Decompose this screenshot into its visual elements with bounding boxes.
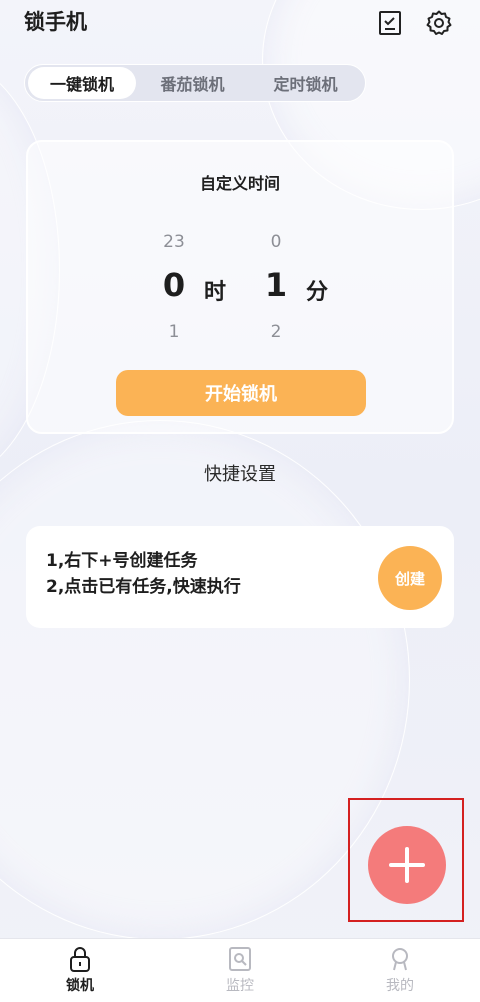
nav-label-lock: 锁机 bbox=[66, 978, 94, 994]
hint-run-task: 2,点击已有任务,快速执行 bbox=[46, 577, 241, 597]
shortcut-settings-title: 快捷设置 bbox=[204, 464, 276, 485]
nav-item-me[interactable]: 我的 bbox=[360, 939, 440, 1002]
lock-phone-screen: 锁手机 一键锁机 番茄锁机 定时锁机 自定义时间 23 0 1 时 0 1 2 bbox=[0, 0, 480, 1002]
hour-current-value: 0 bbox=[162, 266, 186, 304]
lock-icon bbox=[70, 947, 90, 972]
bottom-nav: 锁机 监控 我的 bbox=[0, 938, 480, 1002]
plus-icon bbox=[389, 847, 425, 883]
user-icon bbox=[392, 948, 408, 971]
hint-create-task: 1,右下+号创建任务 bbox=[46, 551, 198, 571]
minute-prev-value: 0 bbox=[270, 232, 282, 252]
hour-prev-value: 23 bbox=[163, 232, 185, 252]
hour-next-value: 1 bbox=[168, 322, 180, 342]
shortcut-card: 1,右下+号创建任务 2,点击已有任务,快速执行 创建 bbox=[26, 526, 454, 628]
minute-next-value: 2 bbox=[270, 322, 282, 342]
start-lock-button[interactable]: 开始锁机 bbox=[116, 370, 366, 416]
tab-scheduled-lock[interactable]: 定时锁机 bbox=[249, 67, 362, 99]
nav-label-me: 我的 bbox=[386, 978, 414, 994]
minute-unit-label: 分 bbox=[306, 280, 329, 305]
mode-tabs: 一键锁机 番茄锁机 定时锁机 bbox=[24, 64, 366, 102]
create-button[interactable]: 创建 bbox=[378, 546, 442, 610]
tab-one-click-lock[interactable]: 一键锁机 bbox=[28, 67, 136, 99]
nav-label-monitor: 监控 bbox=[226, 978, 254, 994]
add-task-button[interactable] bbox=[368, 826, 446, 904]
nav-item-monitor[interactable]: 监控 bbox=[200, 939, 280, 1002]
nav-item-lock[interactable]: 锁机 bbox=[40, 939, 120, 1002]
monitor-icon bbox=[229, 947, 251, 971]
gear-icon[interactable] bbox=[424, 8, 454, 38]
tab-pomodoro-lock[interactable]: 番茄锁机 bbox=[136, 67, 249, 99]
checklist-icon[interactable] bbox=[375, 8, 405, 38]
custom-time-title: 自定义时间 bbox=[199, 174, 280, 193]
hour-unit-label: 时 bbox=[204, 280, 227, 305]
page-title: 锁手机 bbox=[24, 10, 87, 34]
custom-time-card: 自定义时间 23 0 1 时 0 1 2 分 开始锁机 bbox=[26, 140, 454, 434]
minute-current-value: 1 bbox=[264, 266, 288, 304]
